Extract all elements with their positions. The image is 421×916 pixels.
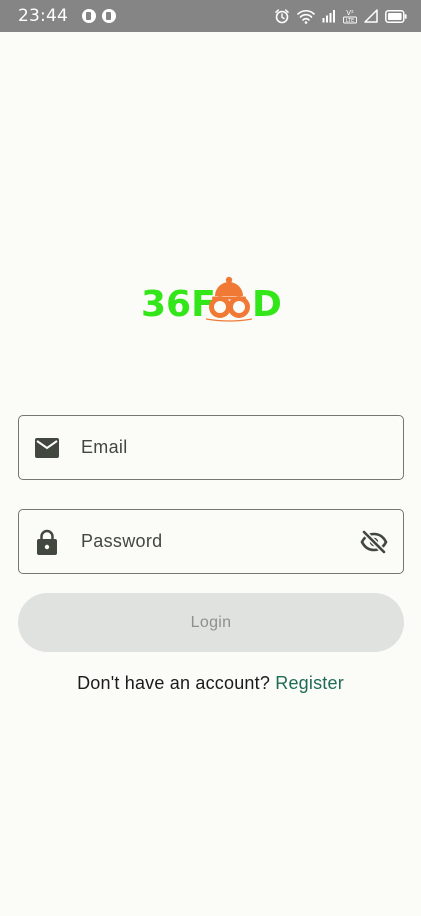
signal-empty-icon — [364, 9, 378, 23]
status-notification-icons — [82, 9, 116, 23]
cloche-dome — [215, 282, 243, 296]
wifi-icon — [297, 9, 315, 24]
register-prompt: Don't have an account? — [77, 673, 271, 693]
status-bar: 23:44 V² LTE — [0, 0, 421, 32]
lock-icon — [32, 529, 62, 555]
logo-text-prefix: 36F — [141, 284, 216, 325]
login-button[interactable]: Login — [18, 593, 404, 652]
status-time: 23:44 — [18, 6, 68, 26]
cloche-icon — [212, 276, 246, 300]
alarm-icon — [275, 9, 289, 24]
status-system-icons: V² LTE — [274, 8, 407, 24]
password-field[interactable]: Password — [18, 509, 404, 574]
svg-text:V²: V² — [346, 9, 354, 17]
notification-icon — [82, 9, 96, 23]
svg-text:LTE: LTE — [346, 18, 354, 24]
email-icon — [32, 437, 62, 458]
signal-icon — [322, 10, 335, 23]
register-link[interactable]: Register — [275, 673, 344, 693]
app-logo: 36F D — [140, 270, 282, 326]
email-placeholder: Email — [81, 437, 128, 457]
password-placeholder: Password — [81, 531, 163, 551]
notification-icon — [102, 9, 116, 23]
register-prompt-line: Don't have an account? Register — [0, 673, 421, 694]
email-field[interactable]: Email — [18, 415, 404, 480]
volte-icon: V² LTE — [343, 9, 357, 24]
logo-wheel-right — [228, 296, 250, 318]
logo-graphic: 36F D — [141, 276, 282, 325]
visibility-off-icon[interactable] — [359, 529, 389, 554]
logo-text-suffix: D — [252, 284, 282, 325]
battery-icon — [385, 9, 407, 23]
